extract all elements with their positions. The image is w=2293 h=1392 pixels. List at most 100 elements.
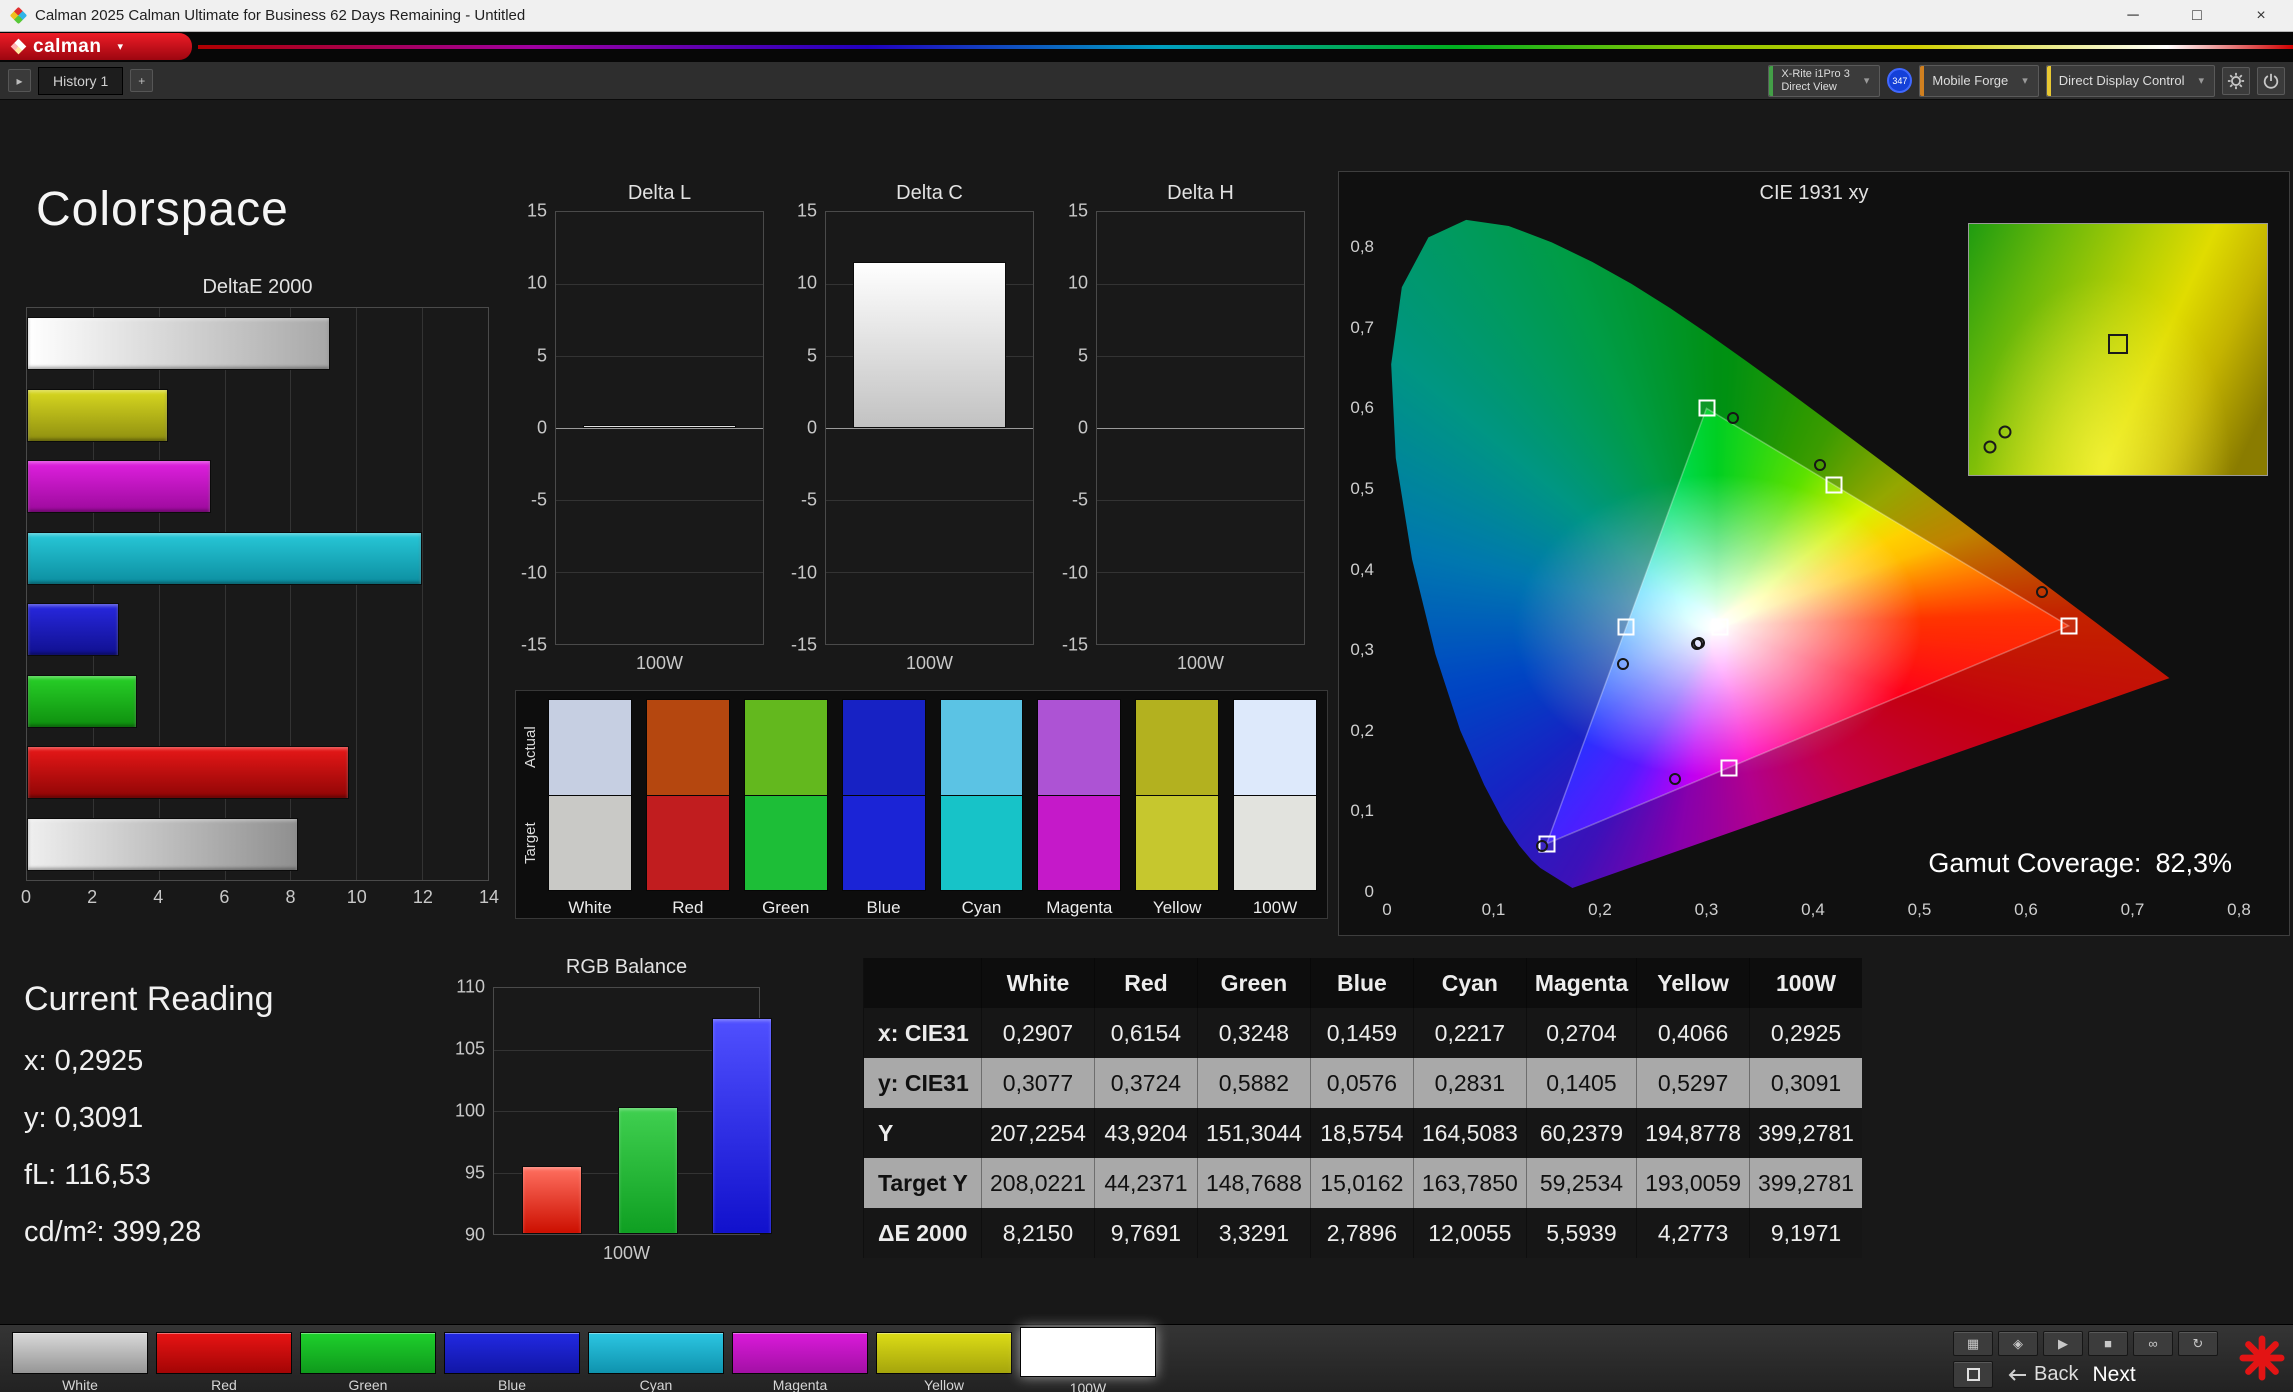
table-cell: 399,2781 [1750, 1108, 1862, 1158]
table-cell: 193,0059 [1637, 1158, 1750, 1208]
cie-target-red [2060, 617, 2077, 634]
next-button[interactable]: Next [2092, 1363, 2135, 1387]
table-cell: 0,2907 [982, 1008, 1095, 1058]
cie-y-tick: 0,3 [1350, 640, 1374, 660]
gridline [826, 500, 1033, 501]
gridline [556, 572, 763, 573]
gridline [1097, 284, 1304, 285]
target-swatch-100w [1233, 795, 1317, 891]
pattern-window-button[interactable] [1953, 1361, 1993, 1388]
target-swatch-green [744, 795, 828, 891]
cie-x-tick: 0,1 [1482, 900, 1506, 920]
patch-button-white[interactable]: White [12, 1332, 148, 1392]
table-row-label: y: CIE31 [864, 1058, 982, 1108]
settings-button[interactable] [2222, 67, 2250, 95]
play-icon[interactable]: ▶ [2043, 1331, 2083, 1356]
target-swatch-blue [842, 795, 926, 891]
inset-measured-circle [1998, 426, 2011, 439]
table-cell: 148,7688 [1197, 1158, 1310, 1208]
tick-label: 90 [465, 1225, 485, 1246]
table-row: Target Y208,022144,2371148,768815,016216… [864, 1158, 1862, 1208]
actual-swatch-100w [1233, 699, 1317, 795]
cie-measured-green [1727, 412, 1739, 424]
gridline [826, 572, 1033, 573]
patch-button-blue[interactable]: Blue [444, 1332, 580, 1392]
delta-l-xlabel: 100W [555, 653, 764, 674]
deltae-bar-red [27, 746, 349, 799]
cie-y-tick: 0,4 [1350, 560, 1374, 580]
calman-menu-button[interactable]: calman ▾ [0, 33, 192, 60]
tick-label: 100 [455, 1101, 485, 1122]
tab-history-1[interactable]: History 1 [38, 67, 123, 95]
patch-label: Yellow [876, 1374, 1012, 1392]
gridline [1097, 428, 1304, 429]
swatch-label-blue: Blue [842, 891, 926, 921]
patch-button-cyan[interactable]: Cyan [588, 1332, 724, 1392]
gridline [1097, 572, 1304, 573]
close-button[interactable]: × [2229, 0, 2293, 31]
tick-label: 15 [797, 201, 817, 222]
chevron-down-icon: ▾ [2022, 74, 2028, 87]
bottom-bar: WhiteRedGreenBlue Cyan Magenta Yellow 100W ▦… [0, 1324, 2293, 1392]
patch-label: Cyan [588, 1374, 724, 1392]
table-cell: 43,9204 [1094, 1108, 1197, 1158]
table-cell: 0,4066 [1637, 1008, 1750, 1058]
tick-label: -5 [531, 490, 547, 511]
refresh-icon[interactable]: ↻ [2178, 1331, 2218, 1356]
source-status-stripe [1920, 66, 1924, 96]
table-row: x: CIE310,29070,61540,32480,14590,22170,… [864, 1008, 1862, 1058]
deltae-bar-cyan [27, 532, 422, 585]
table-row: ΔE 20008,21509,76913,32912,789612,00555,… [864, 1208, 1862, 1258]
power-button[interactable] [2257, 67, 2285, 95]
current-reading: Current Reading x: 0,2925 y: 0,3091 fL: … [24, 980, 273, 1273]
rgb-bar-green [618, 1107, 678, 1234]
gamut-coverage-label: Gamut Coverage: [1928, 848, 2141, 878]
patch-button-magenta[interactable]: Magenta [732, 1332, 868, 1392]
gear-icon [2227, 72, 2245, 90]
meter-selector[interactable]: X-Rite i1Pro 3 Direct View ▾ [1768, 65, 1880, 97]
add-tab-button[interactable]: + [130, 69, 153, 92]
patch-label: 100W [1020, 1377, 1156, 1392]
table-cell: 0,5882 [1197, 1058, 1310, 1108]
cie-target-white [1712, 618, 1729, 635]
continuous-icon[interactable]: ∞ [2133, 1331, 2173, 1356]
delta-c-plot [825, 211, 1034, 645]
patch-button-green[interactable]: Green [300, 1332, 436, 1392]
table-cell: 3,3291 [1197, 1208, 1310, 1258]
tick-label: -10 [791, 562, 817, 583]
rgb-bar-blue [712, 1018, 772, 1234]
swatch-label-green: Green [744, 891, 828, 921]
table-cell: 15,0162 [1310, 1158, 1413, 1208]
table-cell: 60,2379 [1526, 1108, 1636, 1158]
display-control-selector[interactable]: Direct Display Control ▾ [2046, 65, 2215, 97]
minimize-button[interactable]: ─ [2101, 0, 2165, 31]
gamut-coverage: Gamut Coverage: 82,3% [1928, 848, 2232, 879]
source-icon[interactable]: ◈ [1998, 1331, 2038, 1356]
deltae-tick-label: 8 [286, 887, 296, 908]
tick-label: 10 [527, 273, 547, 294]
display-control-label: Direct Display Control [2059, 73, 2185, 88]
inset-target-square [2108, 334, 2128, 354]
gridline [556, 284, 763, 285]
swatch-label-magenta: Magenta [1037, 891, 1121, 921]
cie-x-tick: 0,4 [1801, 900, 1825, 920]
patch-button-yellow[interactable]: Yellow [876, 1332, 1012, 1392]
tick-label: -15 [1062, 635, 1088, 656]
gamut-coverage-value: 82,3% [2155, 848, 2232, 878]
patch-button-red[interactable]: Red [156, 1332, 292, 1392]
deltae-2000-chart: DeltaE 2000 02468101214 [26, 276, 489, 913]
pattern-window-icon[interactable]: ▦ [1953, 1331, 1993, 1356]
results-table: WhiteRedGreenBlueCyanMagentaYellow100Wx:… [863, 958, 1862, 1258]
pattern-source-selector[interactable]: Mobile Forge ▾ [1919, 65, 2038, 97]
stop-icon[interactable]: ■ [2088, 1331, 2128, 1356]
tab-scroll-button[interactable]: ▸ [8, 69, 31, 92]
table-cell: 194,8778 [1637, 1108, 1750, 1158]
meter-mode: Direct View [1781, 81, 1849, 94]
table-cell: 207,2254 [982, 1108, 1095, 1158]
patch-button-100w[interactable]: 100W [1020, 1332, 1156, 1392]
actual-row-label: Actual [522, 699, 548, 795]
rainbow-divider [198, 45, 2293, 49]
maximize-button[interactable]: □ [2165, 0, 2229, 31]
back-button[interactable]: Back [2007, 1363, 2078, 1386]
swatch-label-red: Red [646, 891, 730, 921]
